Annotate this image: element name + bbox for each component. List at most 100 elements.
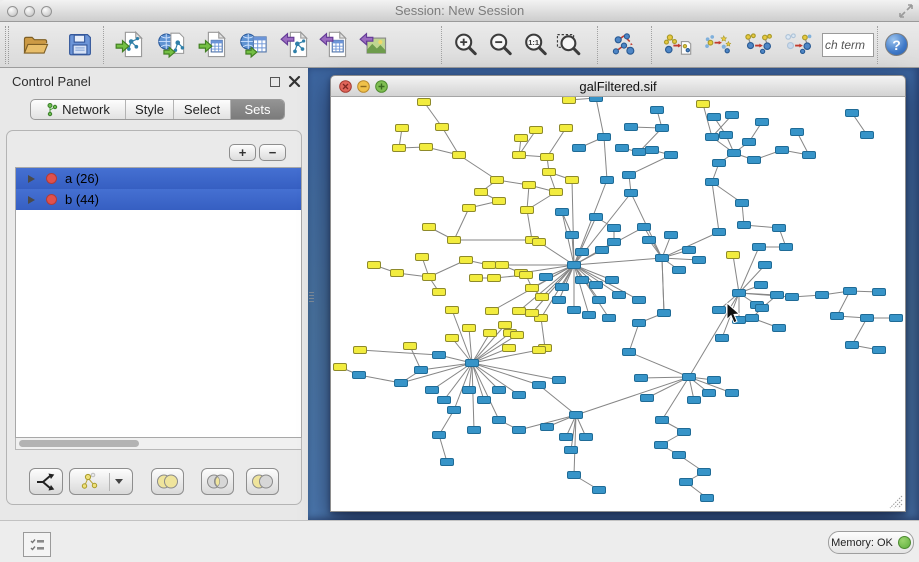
graph-node[interactable] [748,157,761,164]
graph-node[interactable] [727,252,740,259]
graph-node[interactable] [541,424,554,431]
graph-node[interactable] [463,387,476,394]
export-image-button[interactable] [356,28,392,62]
graph-edge[interactable] [401,363,472,383]
graph-node[interactable] [771,292,784,299]
graph-edge[interactable] [432,363,472,390]
graph-node[interactable] [334,364,347,371]
graph-edge[interactable] [604,137,607,180]
graph-node[interactable] [736,200,749,207]
graph-node[interactable] [415,367,428,374]
graph-edge[interactable] [539,385,576,415]
graph-node[interactable] [726,112,739,119]
graph-node[interactable] [655,442,668,449]
close-panel-button[interactable] [288,75,301,88]
graph-edge[interactable] [629,323,639,352]
graph-node[interactable] [646,147,659,154]
tab-select[interactable]: Select [174,100,231,119]
graph-edge[interactable] [541,318,545,348]
graph-node[interactable] [786,294,799,301]
graph-node[interactable] [780,244,793,251]
graph-node[interactable] [580,434,593,441]
graph-node[interactable] [515,135,528,142]
graph-node[interactable] [446,335,459,342]
graph-node[interactable] [553,297,566,304]
graph-node[interactable] [499,322,512,329]
tab-sets[interactable]: Sets [231,100,284,119]
graph-node[interactable] [526,310,539,317]
graph-node[interactable] [511,332,524,339]
graph-node[interactable] [701,495,714,502]
toolbar-drag-handle[interactable] [5,26,9,64]
split-set-button[interactable] [29,468,63,495]
graph-node[interactable] [643,237,656,244]
export-table-button[interactable] [316,28,352,62]
graph-edge[interactable] [454,208,469,240]
graph-node[interactable] [396,125,409,132]
zoom-fit-button[interactable] [551,28,587,62]
graph-node[interactable] [606,277,619,284]
graph-node[interactable] [391,270,404,277]
graph-node[interactable] [791,129,804,136]
graph-node[interactable] [436,124,449,131]
graph-node[interactable] [484,330,497,337]
first-neighbors-file-button[interactable] [660,28,696,62]
graph-edge[interactable] [852,318,867,345]
create-set-from-network-button[interactable] [69,468,133,495]
help-button[interactable]: ? [885,33,908,56]
graph-node[interactable] [496,262,509,269]
graph-node[interactable] [665,232,678,239]
graph-node[interactable] [846,342,859,349]
graph-node[interactable] [448,407,461,414]
graph-node[interactable] [423,274,436,281]
graph-node[interactable] [759,262,772,269]
scrollbar-thumb[interactable] [19,440,139,447]
graph-edge[interactable] [739,293,792,297]
graph-node[interactable] [623,349,636,356]
graph-node[interactable] [673,452,686,459]
graph-node[interactable] [873,289,886,296]
graph-node[interactable] [433,289,446,296]
graph-node[interactable] [816,292,829,299]
select-from-selected-button[interactable] [700,28,736,62]
add-set-button[interactable]: + [229,144,256,161]
graph-node[interactable] [688,397,701,404]
graph-node[interactable] [698,469,711,476]
graph-node[interactable] [533,382,546,389]
set-intersection-button[interactable] [201,468,234,495]
graph-node[interactable] [493,198,506,205]
graph-edge[interactable] [576,377,689,415]
graph-node[interactable] [678,429,691,436]
graph-node[interactable] [576,249,589,256]
network-window-titlebar[interactable]: galFiltered.sif [330,75,906,97]
graph-node[interactable] [623,172,636,179]
graph-node[interactable] [683,247,696,254]
graph-node[interactable] [613,292,626,299]
graph-node[interactable] [756,119,769,126]
graph-node[interactable] [706,179,719,186]
graph-node[interactable] [533,347,546,354]
graph-node[interactable] [651,107,664,114]
graph-node[interactable] [656,255,669,262]
task-history-button[interactable] [23,532,51,557]
graph-edge[interactable] [444,363,472,400]
graph-node[interactable] [625,124,638,131]
graph-node[interactable] [665,152,678,159]
graph-node[interactable] [776,147,789,154]
graph-node[interactable] [556,284,569,291]
save-session-button[interactable] [62,28,98,62]
graph-node[interactable] [565,447,578,454]
graph-node[interactable] [608,239,621,246]
graph-edge[interactable] [439,435,447,462]
zoom-actual-size-button[interactable]: 1:1 [518,28,554,62]
graph-edge[interactable] [472,333,490,363]
graph-edge[interactable] [596,98,604,137]
zoom-in-button[interactable] [448,28,484,62]
graph-node[interactable] [738,222,751,229]
tab-network[interactable]: Network [31,100,126,119]
graph-node[interactable] [536,294,549,301]
panel-splitter-handle[interactable] [309,292,314,302]
graph-node[interactable] [475,189,488,196]
fullscreen-icon[interactable] [899,4,913,18]
graph-node[interactable] [530,127,543,134]
